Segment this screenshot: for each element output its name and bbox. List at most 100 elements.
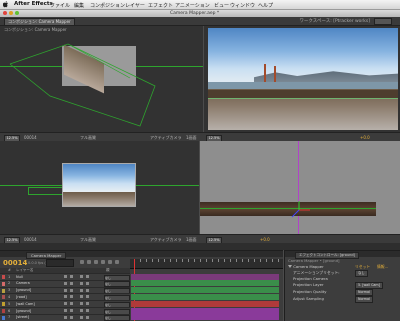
graph-editor-icon[interactable]	[115, 260, 119, 264]
viewer-bottom-right[interactable]	[200, 141, 400, 234]
menu-file[interactable]: ファイル	[50, 2, 70, 9]
camera-dropdown[interactable]: アクティブカメラ	[150, 135, 182, 141]
layer-switch-icon[interactable]	[80, 288, 83, 292]
lock-toggle-icon[interactable]	[70, 309, 73, 312]
panel-divider[interactable]	[0, 243, 400, 250]
layer-label-color[interactable]	[2, 281, 5, 286]
tab-camera-mapper[interactable]: Camera Mapper	[26, 251, 67, 259]
layer-name[interactable]: [ground]	[16, 288, 31, 293]
motion-blur-icon[interactable]	[108, 260, 112, 264]
visibility-toggle-icon[interactable]	[64, 281, 67, 285]
menu-effect[interactable]: エフェクト	[148, 2, 173, 9]
layer-duration-bar[interactable]	[131, 300, 279, 307]
3d-layer-switch-icon[interactable]	[86, 309, 89, 312]
quality-dropdown[interactable]: フル画質	[80, 135, 96, 141]
draft-3d-icon[interactable]	[87, 260, 91, 264]
about-link[interactable]: 情報...	[377, 264, 388, 269]
menu-help[interactable]: ヘルプ	[258, 2, 273, 9]
visibility-toggle-icon[interactable]	[64, 309, 67, 312]
layer-name[interactable]: Camera	[16, 281, 30, 286]
3d-layer-switch-icon[interactable]	[86, 302, 89, 306]
tab-composition[interactable]: コンポジション: Camera Mapper	[4, 18, 75, 26]
layer-label-color[interactable]	[2, 302, 5, 307]
time-ruler[interactable]	[130, 259, 283, 269]
workspace-selector[interactable]: ワークスペース: [Ptracker works]	[299, 18, 370, 24]
lock-toggle-icon[interactable]	[70, 295, 73, 299]
minimize-window-button[interactable]	[9, 11, 13, 15]
layer-switch-icon[interactable]	[80, 315, 83, 319]
timecode-display[interactable]: 00014	[24, 135, 37, 140]
camera-dropdown[interactable]: アクティブカメラ	[150, 237, 182, 243]
3d-layer-switch-icon[interactable]	[86, 275, 89, 278]
comp-mini-flowchart-icon[interactable]	[80, 260, 84, 264]
visibility-toggle-icon[interactable]	[64, 288, 67, 292]
axis-gizmo-icon[interactable]	[286, 201, 312, 219]
search-help-field[interactable]	[374, 18, 392, 25]
projection-layer-dropdown[interactable]: 5. [wall Cam]	[355, 282, 383, 289]
layer-switch-icon[interactable]	[80, 275, 83, 278]
lock-toggle-icon[interactable]	[70, 275, 73, 278]
viewer-top-left[interactable]: コンポジション: Camera Mapper	[0, 26, 203, 132]
animation-presets-dropdown[interactable]: なし	[355, 270, 368, 277]
menu-animation[interactable]: アニメーション	[175, 2, 210, 9]
menu-window[interactable]: ウィンドウ	[230, 2, 255, 9]
menu-layer[interactable]: レイヤー	[125, 2, 145, 9]
visibility-toggle-icon[interactable]	[64, 302, 67, 306]
layer-switch-icon[interactable]	[80, 309, 83, 312]
shy-layers-icon[interactable]	[94, 260, 98, 264]
quality-dropdown[interactable]: フル画質	[80, 237, 96, 243]
layer-duration-bar[interactable]	[131, 314, 279, 321]
exposure-value[interactable]: +0.0	[260, 237, 270, 242]
view-mode-dropdown[interactable]: 1画面	[186, 135, 197, 141]
visibility-toggle-icon[interactable]	[64, 295, 67, 299]
effect-name-camera-mapper[interactable]: Camera Mapper	[288, 264, 324, 269]
layer-label-color[interactable]	[2, 309, 5, 313]
layer-name[interactable]: [road]	[16, 295, 27, 300]
menu-view[interactable]: ビュー	[214, 2, 229, 9]
layer-name[interactable]: Null	[16, 275, 23, 280]
layer-duration-bar[interactable]	[131, 293, 279, 300]
visibility-toggle-icon[interactable]	[64, 275, 67, 278]
view-mode-dropdown[interactable]: 1画面	[186, 237, 197, 243]
expand-triangle-icon[interactable]	[288, 265, 292, 268]
layer-duration-bar[interactable]	[131, 307, 279, 314]
layer-duration-bar[interactable]	[131, 280, 279, 287]
close-window-button[interactable]	[3, 11, 7, 15]
projection-quality-dropdown[interactable]: Normal	[355, 289, 373, 296]
layer-label-color[interactable]	[2, 275, 5, 279]
layer-label-color[interactable]	[2, 288, 5, 293]
layer-label-color[interactable]	[2, 315, 5, 320]
viewer-bottom-left[interactable]	[0, 141, 199, 234]
lock-toggle-icon[interactable]	[70, 302, 73, 306]
layer-label-color[interactable]	[2, 295, 5, 300]
menu-composition[interactable]: コンポジション	[90, 2, 125, 9]
frame-blending-icon[interactable]	[101, 260, 105, 264]
visibility-toggle-icon[interactable]	[64, 315, 67, 319]
3d-layer-switch-icon[interactable]	[86, 281, 89, 285]
viewer-top-right[interactable]	[204, 26, 400, 132]
menu-edit[interactable]: 編集	[74, 2, 84, 9]
layer-duration-bar[interactable]	[131, 287, 279, 294]
reset-link[interactable]: リセット	[355, 264, 370, 269]
layer-name[interactable]: [wall Cam]	[16, 302, 35, 307]
layer-switch-icon[interactable]	[80, 281, 83, 285]
layer-name[interactable]: [ground]	[16, 309, 31, 314]
current-time-display[interactable]: 00014	[3, 259, 27, 267]
layer-duration-bar[interactable]	[131, 273, 279, 280]
timecode-display[interactable]: 00014	[24, 237, 37, 242]
layer-switch-icon[interactable]	[80, 295, 83, 299]
footage-frame[interactable]	[62, 163, 136, 207]
3d-layer-switch-icon[interactable]	[86, 315, 89, 319]
parent-dropdown[interactable]: なし	[104, 315, 130, 321]
3d-layer-switch-icon[interactable]	[86, 295, 89, 299]
adjust-sampling-dropdown[interactable]: Normal	[355, 296, 373, 303]
lock-toggle-icon[interactable]	[70, 281, 73, 285]
zoom-window-button[interactable]	[15, 11, 19, 15]
apple-menu-icon[interactable]	[3, 1, 9, 8]
3d-layer-switch-icon[interactable]	[86, 288, 89, 292]
layer-switch-icon[interactable]	[80, 302, 83, 306]
lock-toggle-icon[interactable]	[70, 288, 73, 292]
app-name-menu[interactable]: After Effects	[14, 1, 53, 7]
lock-toggle-icon[interactable]	[70, 315, 73, 319]
exposure-value[interactable]: +0.0	[360, 135, 370, 140]
